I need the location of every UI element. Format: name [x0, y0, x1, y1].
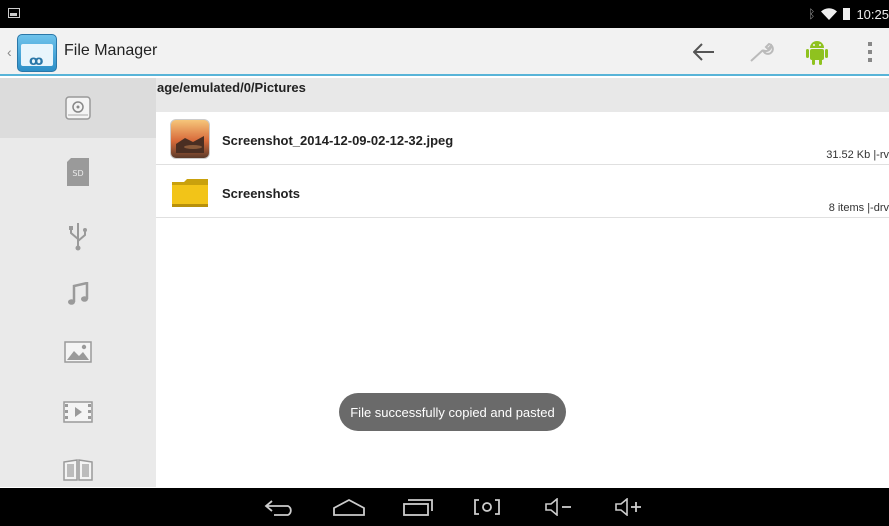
- video-icon: [63, 401, 93, 423]
- nav-volume-down-button[interactable]: [542, 492, 576, 522]
- nav-home-button[interactable]: [331, 492, 367, 522]
- image-icon: [64, 341, 92, 363]
- nav-recents-button[interactable]: [400, 492, 436, 522]
- list-item[interactable]: Screenshot_2014-12-09-02-12-32.jpeg 31.5…: [156, 113, 889, 165]
- sd-card-label: SD: [72, 169, 83, 178]
- sidebar-item-usb[interactable]: [0, 206, 156, 266]
- wrench-icon: [750, 42, 774, 62]
- internal-storage-icon: [65, 96, 91, 120]
- nav-screenshot-button[interactable]: [470, 492, 504, 522]
- back-arrow-icon: [693, 43, 714, 61]
- android-button[interactable]: [799, 34, 835, 70]
- bluetooth-icon: ᛒ: [808, 7, 816, 21]
- infinity-icon: ꝏ: [29, 53, 44, 68]
- notification-icon: [8, 8, 20, 18]
- navigation-bar: [0, 488, 889, 526]
- toast-message: File successfully copied and pasted: [339, 393, 566, 431]
- sidebar-item-videos[interactable]: [0, 382, 156, 442]
- back-arrow-button[interactable]: [686, 34, 722, 70]
- status-bar: ᛒ 10:25: [0, 0, 889, 28]
- app-title: File Manager: [64, 42, 158, 59]
- music-icon: [68, 282, 89, 305]
- sd-card-icon: SD: [67, 158, 89, 186]
- file-name: Screenshot_2014-12-09-02-12-32.jpeg: [222, 133, 454, 148]
- nav-volume-up-button[interactable]: [612, 492, 646, 522]
- book-icon: [63, 459, 93, 481]
- action-bar: ‹ ꝏ File Manager: [0, 28, 889, 76]
- clock: 10:25: [856, 6, 889, 22]
- sidebar-item-sd-card[interactable]: SD: [0, 142, 156, 202]
- folder-name: Screenshots: [222, 186, 301, 201]
- battery-icon: [843, 8, 851, 20]
- wifi-icon: [821, 8, 838, 20]
- status-icons: ᛒ 10:25: [808, 0, 889, 28]
- sidebar-item-internal-storage[interactable]: [0, 78, 156, 138]
- list-item[interactable]: Screenshots 8 items |-drv: [156, 166, 889, 218]
- folder-icon: [172, 179, 208, 207]
- image-file-icon: [170, 119, 210, 159]
- volume-down-icon: [545, 498, 571, 516]
- home-icon: [333, 498, 365, 516]
- folder-meta: 8 items |-drv: [828, 202, 889, 214]
- sidebar-item-music[interactable]: [0, 264, 156, 324]
- back-icon: [264, 500, 292, 516]
- breadcrumb[interactable]: age/emulated/0/Pictures: [156, 78, 889, 112]
- tools-button[interactable]: [744, 34, 780, 70]
- recents-icon: [403, 499, 433, 516]
- usb-icon: [69, 223, 87, 251]
- image-thumbnail: [176, 136, 204, 153]
- nav-back-button[interactable]: [262, 492, 298, 522]
- app-logo-icon[interactable]: ꝏ: [17, 34, 57, 72]
- overflow-menu-icon: [868, 42, 872, 62]
- up-caret-icon[interactable]: ‹: [7, 44, 12, 60]
- volume-up-icon: [615, 498, 641, 516]
- android-icon: [806, 41, 828, 65]
- sidebar-item-images[interactable]: [0, 322, 156, 382]
- overflow-menu-button[interactable]: [852, 34, 888, 70]
- sidebar: SD: [0, 78, 156, 487]
- file-meta: 31.52 Kb |-rv: [826, 149, 889, 161]
- screenshot-icon: [474, 499, 500, 515]
